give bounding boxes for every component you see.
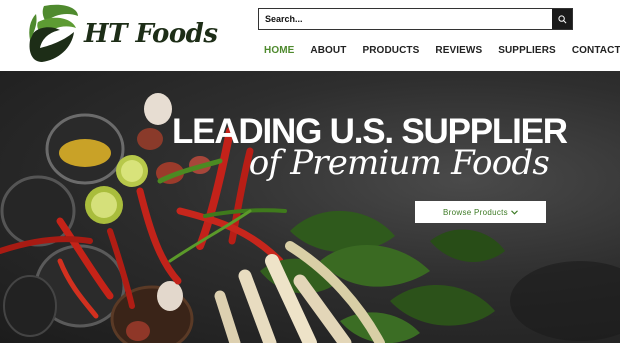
search-icon	[557, 14, 566, 23]
brand-logo[interactable]: HT Foods	[24, 2, 218, 64]
brand-name: HT Foods	[84, 19, 218, 49]
nav-item-contact[interactable]: CONTACT	[572, 45, 620, 61]
hero-subheadline: of Premium Foods	[248, 143, 550, 183]
search-bar	[258, 8, 573, 30]
nav-item-home[interactable]: HOME	[264, 45, 294, 61]
hero-banner: LEADING U.S. SUPPLIER of Premium Foods B…	[0, 71, 620, 343]
nav-item-products[interactable]: PRODUCTS	[362, 45, 419, 61]
browse-products-label: Browse Products	[443, 207, 508, 217]
main-nav: HOME ABOUT PRODUCTS REVIEWS SUPPLIERS CO…	[256, 45, 620, 61]
chevron-down-icon	[511, 208, 518, 217]
nav-item-about[interactable]: ABOUT	[310, 45, 346, 61]
leaf-logo-icon	[29, 4, 78, 62]
browse-products-button[interactable]: Browse Products	[415, 201, 546, 223]
nav-item-suppliers[interactable]: SUPPLIERS	[498, 45, 556, 61]
search-button[interactable]	[552, 9, 572, 29]
search-input[interactable]	[259, 9, 553, 29]
site-header: HT Foods HOME ABOUT PRODUCTS REVIEWS SUP…	[0, 0, 620, 71]
nav-item-reviews[interactable]: REVIEWS	[435, 45, 482, 61]
